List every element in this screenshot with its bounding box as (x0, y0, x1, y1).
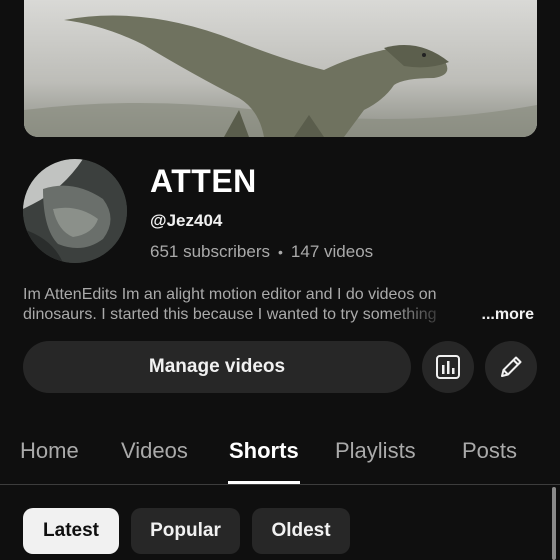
channel-tabs: Home Videos Shorts Playlists Posts (0, 428, 560, 484)
channel-handle: @Jez404 (150, 211, 223, 230)
tab-videos[interactable]: Videos (121, 438, 188, 464)
chip-latest[interactable]: Latest (23, 508, 119, 554)
channel-banner (24, 0, 537, 137)
analytics-button[interactable] (422, 341, 474, 393)
tab-playlists[interactable]: Playlists (335, 438, 416, 464)
subscriber-count: 651 subscribers (150, 242, 271, 261)
dinosaur-banner-image (24, 0, 537, 137)
video-count: 147 videos (290, 242, 374, 261)
tab-posts[interactable]: Posts (462, 438, 517, 464)
tabs-divider (0, 484, 560, 485)
tab-shorts[interactable]: Shorts (229, 438, 299, 464)
channel-description[interactable]: Im AttenEdits Im an alight motion editor… (23, 285, 538, 325)
edit-channel-button[interactable] (485, 341, 537, 393)
analytics-icon (436, 355, 460, 379)
scrollbar[interactable] (552, 487, 556, 560)
channel-stats: 651 subscribers • 147 videos (150, 242, 373, 262)
description-line-1: Im AttenEdits Im an alight motion editor… (23, 286, 437, 303)
channel-name: ATTEN (150, 163, 257, 199)
chip-oldest[interactable]: Oldest (252, 508, 350, 554)
more-link[interactable]: ...more (482, 305, 534, 325)
channel-avatar[interactable] (23, 159, 127, 263)
description-line-2: dinosaurs. I started this because I want… (23, 306, 437, 323)
description-line-2-container: dinosaurs. I started this because I want… (23, 305, 538, 325)
manage-videos-button[interactable]: Manage videos (23, 341, 411, 393)
chip-popular[interactable]: Popular (131, 508, 240, 554)
stats-separator: • (278, 244, 283, 260)
tab-home[interactable]: Home (20, 438, 79, 464)
pencil-icon (501, 356, 522, 377)
avatar-image (23, 159, 127, 263)
